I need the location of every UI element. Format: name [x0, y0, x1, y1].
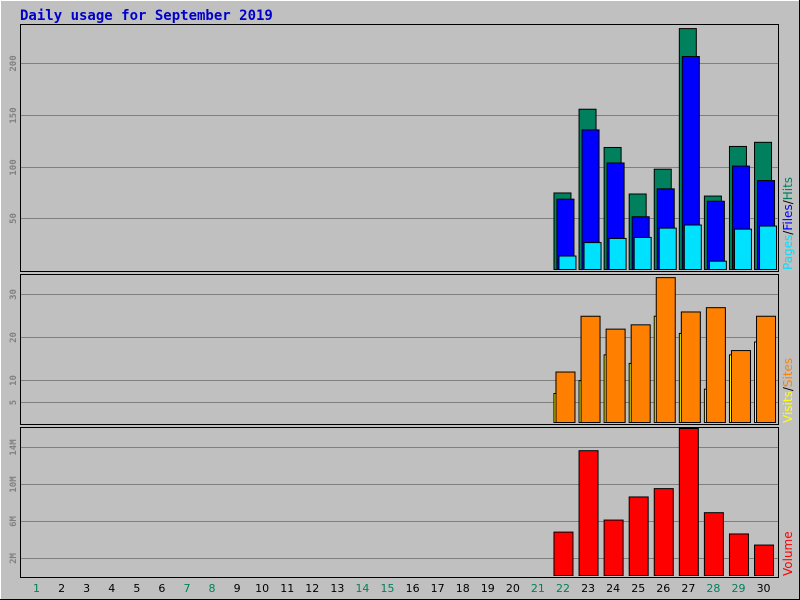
pages-bar: [683, 224, 702, 271]
day-label: 28: [706, 582, 720, 595]
day-label: 29: [731, 582, 745, 595]
sites-bar: [630, 324, 651, 424]
y-tick-label: 150: [9, 107, 19, 123]
sites-bar: [605, 328, 626, 424]
volume-bar: [728, 533, 749, 577]
day-label: 4: [108, 582, 115, 595]
pages-bar: [558, 255, 577, 271]
day-label: 23: [581, 582, 595, 595]
volume-bar: [578, 450, 599, 577]
legend-visits-sites: Visits/Sites: [781, 358, 795, 423]
y-tick-label: 10M: [9, 476, 19, 493]
day-label: 8: [209, 582, 216, 595]
day-label: 12: [305, 582, 319, 595]
day-label: 3: [83, 582, 90, 595]
day-label: 14: [355, 582, 369, 595]
sites-bar: [730, 350, 751, 423]
day-label: 1: [33, 582, 40, 595]
volume-bar: [754, 544, 775, 576]
legend-part: Volume: [781, 531, 795, 576]
day-label: 21: [531, 582, 545, 595]
y-tick-label: 2M: [9, 553, 19, 564]
daily-usage-chart: Daily usage for September 2019 50 100 150 2…: [0, 0, 800, 600]
volume-bar: [703, 512, 724, 576]
sites-bar: [756, 315, 777, 424]
pages-bar: [633, 236, 652, 270]
day-label: 27: [681, 582, 695, 595]
legend-part: Sites: [781, 358, 795, 387]
day-label: 13: [330, 582, 344, 595]
volume-bar: [628, 496, 649, 577]
sites-bar: [655, 277, 676, 423]
y-tick-label: 5: [9, 400, 19, 405]
day-label: 6: [158, 582, 165, 595]
day-label: 15: [381, 582, 395, 595]
day-label: 30: [757, 582, 771, 595]
pages-bar: [708, 260, 727, 270]
y-tick-label: 30: [9, 289, 19, 300]
y-tick-label: 14M: [9, 439, 19, 456]
files-bar: [706, 200, 725, 271]
legend-part: Visits: [781, 391, 795, 423]
day-label: 10: [255, 582, 269, 595]
legend-part: Hits: [781, 177, 795, 200]
pages-bar: [583, 242, 602, 270]
pages-bar: [759, 225, 778, 270]
day-label: 16: [406, 582, 420, 595]
day-label: 20: [506, 582, 520, 595]
pages-bar: [658, 227, 677, 270]
y-tick-label: 50: [9, 213, 19, 224]
day-label: 2: [58, 582, 65, 595]
day-label: 22: [556, 582, 570, 595]
day-label: 5: [133, 582, 140, 595]
sites-bar: [680, 311, 701, 424]
day-label: 7: [183, 582, 190, 595]
legend-volume: Volume: [781, 531, 795, 576]
sites-bar: [705, 307, 726, 424]
pages-bar: [733, 228, 752, 271]
sites-bar: [580, 315, 601, 424]
day-label: 26: [656, 582, 670, 595]
chart-title: Daily usage for September 2019: [20, 8, 273, 24]
volume-bar: [653, 488, 674, 576]
y-tick-label: 100: [9, 159, 19, 175]
volume-bar: [553, 531, 574, 576]
y-tick-label: 6M: [9, 516, 19, 527]
sites-bar: [555, 371, 576, 423]
volume-bar: [678, 428, 699, 576]
day-label: 11: [280, 582, 294, 595]
day-label: 17: [431, 582, 445, 595]
y-tick-label: 20: [9, 332, 19, 343]
legend-part: Pages: [781, 235, 795, 270]
day-label: 19: [481, 582, 495, 595]
day-label: 18: [456, 582, 470, 595]
y-tick-label: 200: [9, 55, 19, 71]
y-tick-label: 10: [9, 375, 19, 386]
legend-part: Files: [781, 204, 795, 230]
volume-bar: [603, 519, 624, 577]
legend-hits-files-pages: Pages/Files/Hits: [781, 177, 795, 270]
day-label: 9: [234, 582, 241, 595]
day-label: 25: [631, 582, 645, 595]
pages-bar: [608, 237, 627, 270]
day-label: 24: [606, 582, 620, 595]
